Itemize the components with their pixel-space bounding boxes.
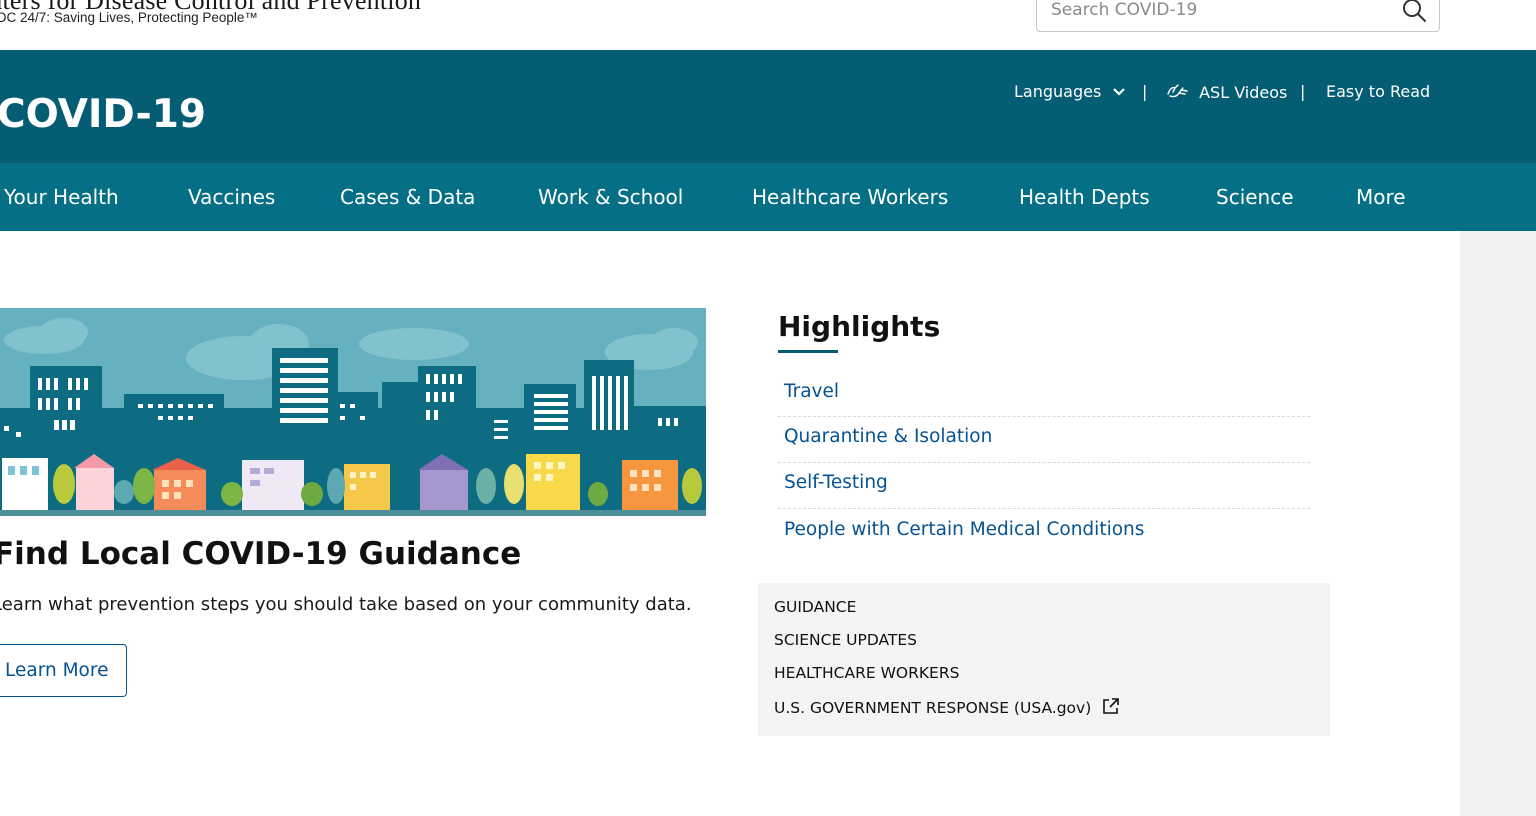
highlight-divider xyxy=(778,462,1310,463)
languages-label: Languages xyxy=(1014,82,1102,101)
highlight-link-quarantine[interactable]: Quarantine & Isolation xyxy=(784,426,992,447)
quick-link-science-updates[interactable]: SCIENCE UPDATES xyxy=(774,631,917,649)
search-input[interactable] xyxy=(1051,0,1371,31)
city-skyline-image xyxy=(0,308,706,516)
feature-description: Learn what prevention steps you should t… xyxy=(0,594,692,615)
nav-item-work-school[interactable]: Work & School xyxy=(538,185,683,209)
nav-item-vaccines[interactable]: Vaccines xyxy=(188,185,275,209)
external-link-icon xyxy=(1103,698,1119,714)
chevron-down-icon xyxy=(1113,88,1126,96)
quick-link-government-response-label: U.S. GOVERNMENT RESPONSE (USA.gov) xyxy=(774,699,1092,717)
nav-item-healthcare-workers[interactable]: Healthcare Workers xyxy=(752,185,948,209)
nav-item-cases-data[interactable]: Cases & Data xyxy=(340,185,475,209)
highlight-link-self-testing[interactable]: Self-Testing xyxy=(784,472,888,493)
asl-hands-icon xyxy=(1167,84,1188,98)
main-nav: Your Health Vaccines Cases & Data Work &… xyxy=(0,163,1536,231)
nav-item-health-depts[interactable]: Health Depts xyxy=(1019,185,1150,209)
search-box xyxy=(1036,0,1440,32)
quick-link-guidance[interactable]: GUIDANCE xyxy=(774,598,856,616)
utility-separator: | xyxy=(1300,82,1306,101)
highlights-underline xyxy=(778,350,838,353)
quick-links-box: GUIDANCE SCIENCE UPDATES HEALTHCARE WORK… xyxy=(758,583,1330,736)
quick-link-healthcare-workers[interactable]: HEALTHCARE WORKERS xyxy=(774,664,959,682)
utility-separator: | xyxy=(1142,82,1148,101)
city-skyline-illustration[interactable] xyxy=(0,308,706,516)
title-bar: COVID-19 Languages | ASL Videos | Easy t… xyxy=(0,50,1536,163)
search-icon[interactable] xyxy=(1401,0,1427,23)
learn-more-button[interactable]: Learn More xyxy=(0,644,127,697)
right-gutter xyxy=(1460,231,1536,816)
highlight-divider xyxy=(778,508,1310,509)
highlight-divider xyxy=(778,416,1310,417)
languages-dropdown[interactable]: Languages xyxy=(1014,82,1126,101)
top-header: Centers for Disease Control and Preventi… xyxy=(0,0,1536,50)
feature-title[interactable]: Find Local COVID-19 Guidance xyxy=(0,536,521,572)
site-title[interactable]: COVID-19 xyxy=(0,92,206,137)
highlight-link-medical-conditions[interactable]: People with Certain Medical Conditions xyxy=(784,519,1144,540)
highlights-heading: Highlights xyxy=(778,310,941,343)
asl-videos-label: ASL Videos xyxy=(1199,83,1288,102)
nav-item-more[interactable]: More xyxy=(1356,185,1406,209)
nav-item-your-health[interactable]: Your Health xyxy=(4,185,119,209)
easy-to-read-link[interactable]: Easy to Read xyxy=(1326,82,1430,101)
agency-tagline: CDC 24/7: Saving Lives, Protecting Peopl… xyxy=(0,10,258,25)
highlight-link-travel[interactable]: Travel xyxy=(784,381,839,402)
asl-videos-link[interactable]: ASL Videos xyxy=(1166,82,1287,102)
quick-link-government-response[interactable]: U.S. GOVERNMENT RESPONSE (USA.gov) xyxy=(774,697,1120,717)
nav-item-science[interactable]: Science xyxy=(1216,185,1294,209)
